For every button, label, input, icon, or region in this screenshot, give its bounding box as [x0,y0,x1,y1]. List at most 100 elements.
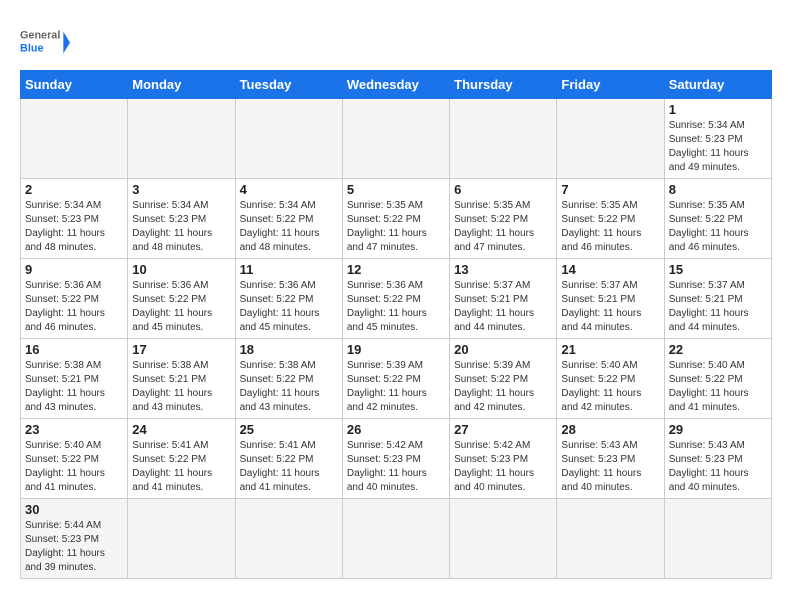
calendar-cell: 2Sunrise: 5:34 AMSunset: 5:23 PMDaylight… [21,179,128,259]
day-number: 30 [25,502,123,517]
weekday-header-wednesday: Wednesday [342,71,449,99]
day-number: 26 [347,422,445,437]
day-number: 12 [347,262,445,277]
day-detail: Sunrise: 5:40 AMSunset: 5:22 PMDaylight:… [669,359,767,415]
day-detail: Sunrise: 5:36 AMSunset: 5:22 PMDaylight:… [25,279,123,335]
day-detail: Sunrise: 5:36 AMSunset: 5:22 PMDaylight:… [240,279,338,335]
day-detail: Sunrise: 5:36 AMSunset: 5:22 PMDaylight:… [132,279,230,335]
weekday-header-saturday: Saturday [664,71,771,99]
day-number: 24 [132,422,230,437]
calendar-cell [235,499,342,579]
day-detail: Sunrise: 5:34 AMSunset: 5:22 PMDaylight:… [240,199,338,255]
day-detail: Sunrise: 5:35 AMSunset: 5:22 PMDaylight:… [347,199,445,255]
calendar-cell [557,499,664,579]
day-number: 9 [25,262,123,277]
calendar-cell: 27 Sunrise: 5:42 AMSunset: 5:23 PMDayligh… [450,419,557,499]
calendar-cell: 7 Sunrise: 5:35 AMSunset: 5:22 PMDaylight… [557,179,664,259]
calendar-cell: 4 Sunrise: 5:34 AMSunset: 5:22 PMDaylight… [235,179,342,259]
day-number: 8 [669,182,767,197]
day-number: 22 [669,342,767,357]
day-number: 17 [132,342,230,357]
day-number: 3 [132,182,230,197]
calendar-cell: 24 Sunrise: 5:41 AMSunset: 5:22 PMDayligh… [128,419,235,499]
day-number: 14 [561,262,659,277]
calendar-cell: 19Sunrise: 5:39 AMSunset: 5:22 PMDayligh… [342,339,449,419]
calendar-cell: 3 Sunrise: 5:34 AMSunset: 5:23 PMDaylight… [128,179,235,259]
day-detail: Sunrise: 5:38 AMSunset: 5:21 PMDaylight:… [25,359,123,415]
logo: General Blue [20,20,70,65]
day-number: 23 [25,422,123,437]
calendar-cell: 26 Sunrise: 5:42 AMSunset: 5:23 PMDayligh… [342,419,449,499]
calendar-cell [342,99,449,179]
day-number: 16 [25,342,123,357]
calendar-cell: 18 Sunrise: 5:38 AMSunset: 5:22 PMDayligh… [235,339,342,419]
calendar-cell: 21Sunrise: 5:40 AMSunset: 5:22 PMDayligh… [557,339,664,419]
calendar-cell: 11 Sunrise: 5:36 AMSunset: 5:22 PMDayligh… [235,259,342,339]
weekday-header-sunday: Sunday [21,71,128,99]
calendar-cell: 25 Sunrise: 5:41 AMSunset: 5:22 PMDayligh… [235,419,342,499]
calendar-cell: 17 Sunrise: 5:38 AMSunset: 5:21 PMDayligh… [128,339,235,419]
calendar-cell: 16 Sunrise: 5:38 AMSunset: 5:21 PMDayligh… [21,339,128,419]
calendar-table: SundayMondayTuesdayWednesdayThursdayFrid… [20,70,772,579]
day-number: 25 [240,422,338,437]
calendar-cell: 13 Sunrise: 5:37 AMSunset: 5:21 PMDayligh… [450,259,557,339]
day-detail: Sunrise: 5:36 AMSunset: 5:22 PMDaylight:… [347,279,445,335]
svg-text:Blue: Blue [20,43,43,55]
day-detail: Sunrise: 5:37 AMSunset: 5:21 PMDaylight:… [561,279,659,335]
calendar-cell: 15Sunrise: 5:37 AMSunset: 5:21 PMDayligh… [664,259,771,339]
calendar: SundayMondayTuesdayWednesdayThursdayFrid… [10,70,782,579]
day-detail: Sunrise: 5:44 AMSunset: 5:23 PMDaylight:… [25,519,123,575]
calendar-cell [664,499,771,579]
day-number: 29 [669,422,767,437]
calendar-cell [450,499,557,579]
day-detail: Sunrise: 5:38 AMSunset: 5:21 PMDaylight:… [132,359,230,415]
header: General Blue [10,10,782,70]
day-detail: Sunrise: 5:40 AMSunset: 5:22 PMDaylight:… [25,439,123,495]
day-detail: Sunrise: 5:34 AMSunset: 5:23 PMDaylight:… [132,199,230,255]
svg-text:General: General [20,29,60,41]
day-detail: Sunrise: 5:41 AMSunset: 5:22 PMDaylight:… [240,439,338,495]
day-detail: Sunrise: 5:37 AMSunset: 5:21 PMDaylight:… [454,279,552,335]
day-number: 4 [240,182,338,197]
day-detail: Sunrise: 5:34 AMSunset: 5:23 PMDaylight:… [669,119,767,175]
day-number: 2 [25,182,123,197]
calendar-cell: 20 Sunrise: 5:39 AMSunset: 5:22 PMDayligh… [450,339,557,419]
calendar-cell: 22 Sunrise: 5:40 AMSunset: 5:22 PMDayligh… [664,339,771,419]
day-number: 18 [240,342,338,357]
day-number: 19 [347,342,445,357]
day-detail: Sunrise: 5:42 AMSunset: 5:23 PMDaylight:… [454,439,552,495]
weekday-header-tuesday: Tuesday [235,71,342,99]
day-number: 11 [240,262,338,277]
calendar-cell [342,499,449,579]
calendar-cell [557,99,664,179]
calendar-cell: 30 Sunrise: 5:44 AMSunset: 5:23 PMDayligh… [21,499,128,579]
calendar-cell: 8 Sunrise: 5:35 AMSunset: 5:22 PMDaylight… [664,179,771,259]
day-detail: Sunrise: 5:35 AMSunset: 5:22 PMDaylight:… [669,199,767,255]
calendar-cell [450,99,557,179]
weekday-header-thursday: Thursday [450,71,557,99]
day-detail: Sunrise: 5:35 AMSunset: 5:22 PMDaylight:… [561,199,659,255]
day-detail: Sunrise: 5:40 AMSunset: 5:22 PMDaylight:… [561,359,659,415]
calendar-cell [21,99,128,179]
day-number: 7 [561,182,659,197]
day-detail: Sunrise: 5:38 AMSunset: 5:22 PMDaylight:… [240,359,338,415]
day-detail: Sunrise: 5:43 AMSunset: 5:23 PMDaylight:… [669,439,767,495]
calendar-cell [128,499,235,579]
calendar-cell: 14 Sunrise: 5:37 AMSunset: 5:21 PMDayligh… [557,259,664,339]
day-number: 6 [454,182,552,197]
day-number: 13 [454,262,552,277]
day-number: 28 [561,422,659,437]
day-number: 27 [454,422,552,437]
day-number: 20 [454,342,552,357]
day-number: 10 [132,262,230,277]
calendar-cell [128,99,235,179]
day-detail: Sunrise: 5:42 AMSunset: 5:23 PMDaylight:… [347,439,445,495]
day-detail: Sunrise: 5:39 AMSunset: 5:22 PMDaylight:… [454,359,552,415]
day-detail: Sunrise: 5:41 AMSunset: 5:22 PMDaylight:… [132,439,230,495]
calendar-header: SundayMondayTuesdayWednesdayThursdayFrid… [21,71,772,99]
calendar-cell: 1Sunrise: 5:34 AMSunset: 5:23 PMDaylight… [664,99,771,179]
weekday-header-friday: Friday [557,71,664,99]
calendar-cell: 28Sunrise: 5:43 AMSunset: 5:23 PMDayligh… [557,419,664,499]
weekday-header-monday: Monday [128,71,235,99]
calendar-cell: 23 Sunrise: 5:40 AMSunset: 5:22 PMDayligh… [21,419,128,499]
